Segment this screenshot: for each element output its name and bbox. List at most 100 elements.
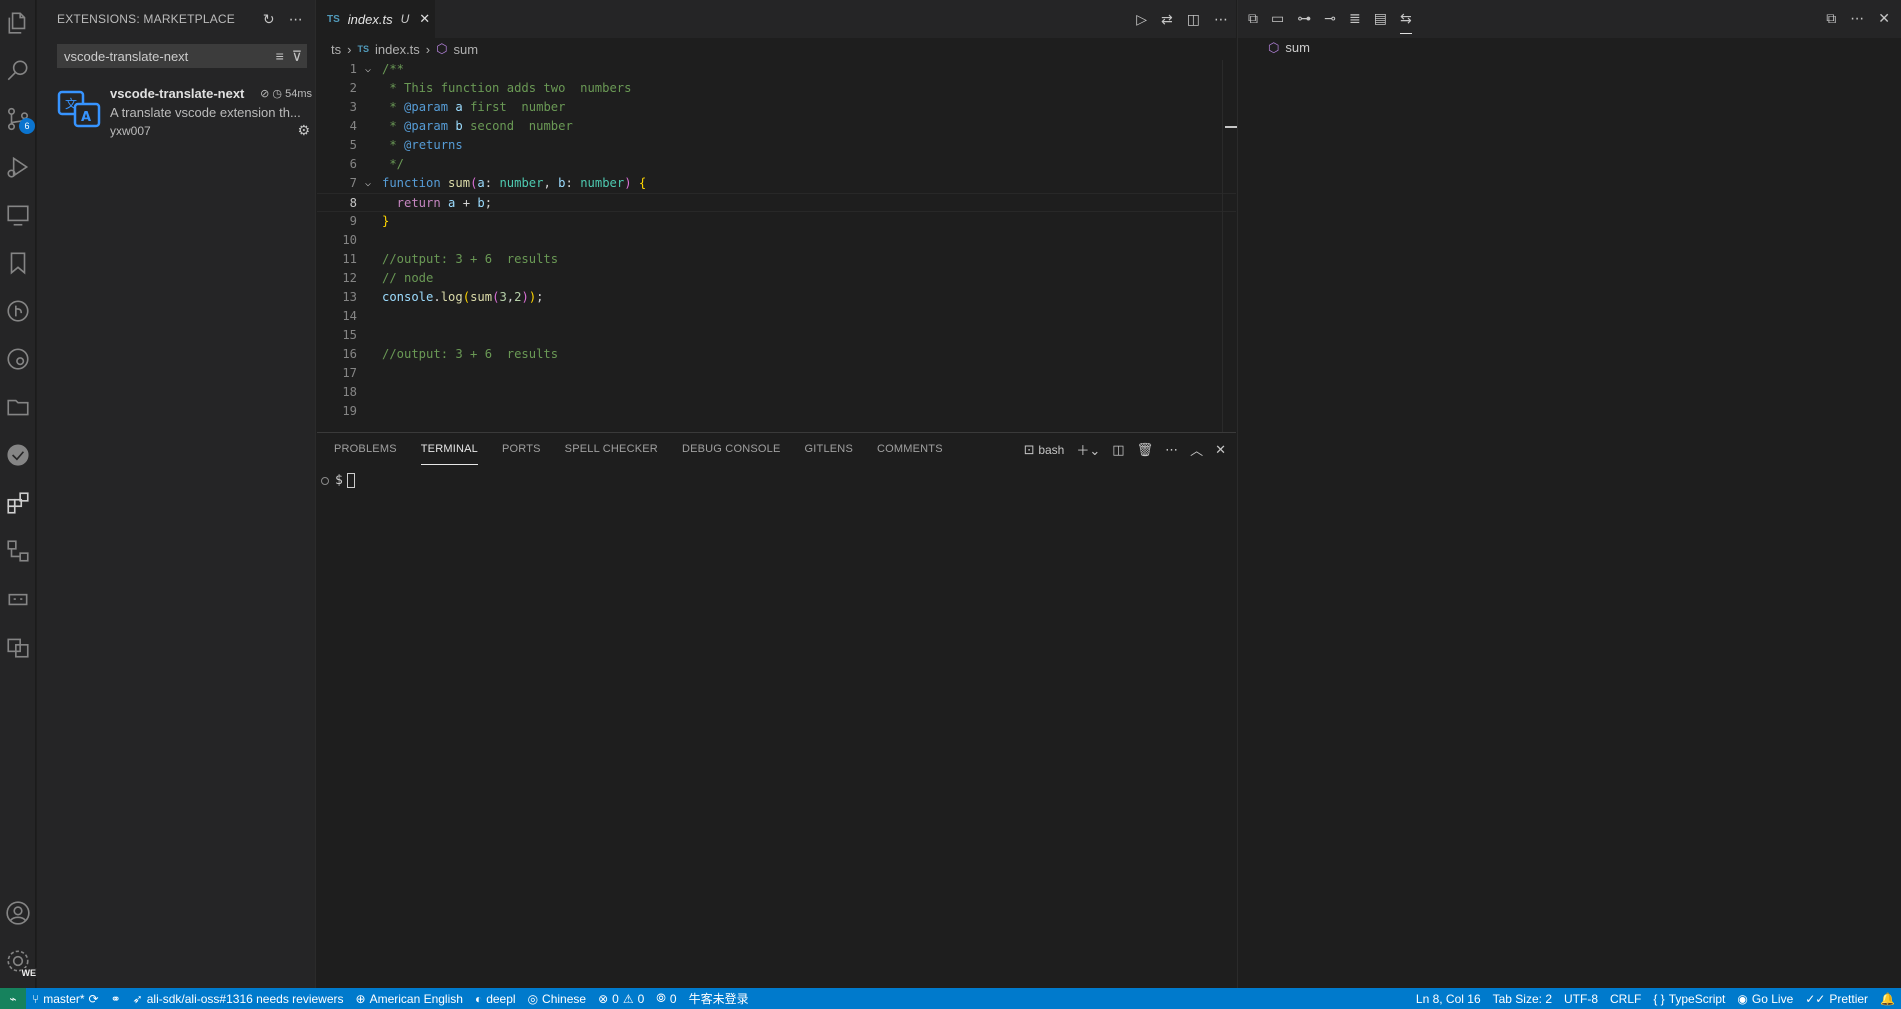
prettier-status[interactable]: ✓✓ Prettier — [1799, 992, 1874, 1006]
end-of-line[interactable]: CRLF — [1604, 992, 1647, 1006]
close-icon[interactable]: ✕ — [1878, 10, 1890, 27]
panel-tabs: PROBLEMS TERMINAL PORTS SPELL CHECKER DE… — [334, 441, 967, 465]
folder-icon[interactable] — [3, 392, 33, 422]
tab-index-ts[interactable]: TS index.ts U ✕ — [317, 0, 435, 38]
extensions-icon[interactable] — [3, 488, 33, 518]
accounts-icon[interactable] — [3, 898, 33, 928]
problems-summary[interactable]: ⊗ 0 ⚠ 0 — [592, 992, 650, 1006]
code-editor[interactable]: 1 ⌵/** 2 * This function adds two numbers… — [317, 60, 1236, 432]
translator-engine[interactable]: ◐ deepl — [469, 992, 522, 1006]
activity-bar: 6 WE — [0, 0, 37, 988]
notifications[interactable]: 🔔 — [1874, 992, 1901, 1006]
commit-icon[interactable]: ⊶ — [1297, 10, 1311, 34]
code-line: 10 — [342, 233, 357, 247]
more-actions-icon[interactable]: ⋯ — [1850, 10, 1864, 27]
terminal-icon: ⊡ — [1023, 441, 1035, 457]
extension-list-item[interactable]: 文 A vscode-translate-next ⊘ ◷ 54ms A tra… — [52, 84, 314, 144]
split-terminal-icon[interactable]: ◫ — [1112, 442, 1124, 458]
manage-icon[interactable]: WE — [3, 946, 37, 978]
outline-breadcrumb[interactable]: ⬡ sum — [1268, 40, 1310, 56]
api-icon[interactable] — [3, 584, 33, 614]
terminal-shell-selector[interactable]: ⊡ bash — [1024, 442, 1065, 458]
editor-group-2-toolbar: ⧉ ▭ ⊶ ⊸ ≣ ▤ ⇆ ⧉ ⋯ ✕ — [1238, 0, 1901, 38]
pull-request-status[interactable]: ➶ ali-sdk/ali-oss#1316 needs reviewers — [127, 992, 350, 1006]
git-branch[interactable]: ⑂ master* ⟳ — [26, 992, 105, 1006]
code-line: 1 ⌵/** — [317, 60, 1236, 79]
encoding[interactable]: UTF-8 — [1558, 992, 1604, 1006]
double-check-icon: ✓✓ — [1805, 991, 1826, 1006]
tab-ports[interactable]: PORTS — [502, 441, 541, 465]
tab-gitlens[interactable]: GITLENS — [805, 441, 853, 465]
svg-text:A: A — [81, 110, 91, 125]
manage-badge: WE — [20, 968, 37, 978]
comments-icon[interactable]: ▭ — [1271, 10, 1284, 34]
target-language[interactable]: ◎ Chinese — [522, 992, 593, 1006]
breadcrumb-file[interactable]: index.ts — [375, 42, 420, 57]
editor-scrollbar[interactable] — [1222, 60, 1237, 432]
tab-problems[interactable]: PROBLEMS — [334, 441, 397, 465]
source-control-icon[interactable]: 6 — [3, 104, 35, 134]
search-value: vscode-translate-next — [64, 48, 189, 64]
more-actions-icon[interactable]: ⋯ — [1214, 11, 1228, 28]
tab-spell-checker[interactable]: SPELL CHECKER — [565, 441, 658, 465]
tab-title: index.ts — [347, 11, 393, 27]
gitlens-status[interactable]: ⚭ — [105, 992, 127, 1006]
terminal-output[interactable]: $ — [317, 473, 1222, 973]
remote-indicator[interactable]: ⌁ — [0, 988, 26, 1009]
editor-group-2: ⧉ ▭ ⊶ ⊸ ≣ ▤ ⇆ ⧉ ⋯ ✕ ⬡ sum — [1237, 0, 1901, 988]
tab-debug-console[interactable]: DEBUG CONSOLE — [682, 441, 781, 465]
nowcoder-login[interactable]: 牛客未登录 — [683, 990, 755, 1007]
error-icon: ⊗ — [598, 991, 609, 1006]
run-icon[interactable]: ▷ — [1136, 11, 1147, 28]
restore-icon[interactable]: ⧉ — [1826, 10, 1836, 27]
todo-icon[interactable] — [3, 440, 33, 470]
filter-icon[interactable]: ⊽ — [292, 48, 302, 65]
docker-icon[interactable] — [3, 344, 33, 374]
refresh-icon[interactable]: ↻ — [263, 11, 275, 28]
cursor-position[interactable]: Ln 8, Col 16 — [1410, 992, 1487, 1006]
document-icon[interactable]: ▤ — [1374, 10, 1387, 34]
more-actions-icon[interactable]: ⋯ — [289, 11, 303, 28]
worktree-icon[interactable]: ≣ — [1349, 10, 1361, 34]
translate-icon[interactable] — [3, 632, 33, 662]
go-live[interactable]: ◉ Go Live — [1731, 992, 1799, 1006]
breadcrumb-symbol[interactable]: sum — [454, 42, 479, 57]
close-icon[interactable]: ✕ — [1215, 442, 1226, 458]
split-editor-icon[interactable]: ◫ — [1187, 11, 1200, 28]
new-terminal-icon[interactable]: ＋⌄ — [1076, 440, 1100, 459]
code-line: 9} — [349, 214, 390, 228]
fold-chevron-icon[interactable]: ⌵ — [365, 60, 371, 79]
code-line: 4 * @param b second number — [349, 119, 573, 133]
breadcrumb-folder[interactable]: ts — [331, 42, 341, 57]
extension-search-input[interactable]: vscode-translate-next ≡ ⊽ — [57, 44, 307, 68]
compare-changes-icon[interactable]: ⇄ — [1161, 11, 1173, 28]
spell-checker-language[interactable]: ⊕ American English — [350, 992, 469, 1006]
gitlens-icon[interactable] — [3, 296, 33, 326]
breadcrumb: ts › TS index.ts › ⬡ sum — [317, 38, 478, 60]
sidebar-header: EXTENSIONS: MARKETPLACE ↻ ⋯ — [37, 0, 315, 38]
globe-icon: ⊕ — [355, 991, 366, 1006]
tab-size[interactable]: Tab Size: 2 — [1487, 992, 1558, 1006]
trash-icon[interactable]: 🗑 — [1137, 442, 1154, 458]
compare-icon[interactable]: ⇆ — [1399, 10, 1412, 34]
explorer-icon[interactable] — [3, 8, 33, 38]
search-icon[interactable] — [3, 56, 33, 86]
bookmarks-icon[interactable] — [3, 248, 33, 278]
maximize-panel-icon[interactable]: ︿ — [1190, 440, 1203, 459]
language-mode[interactable]: { } TypeScript — [1647, 992, 1731, 1006]
commit-graph-icon[interactable]: ⊸ — [1324, 10, 1336, 34]
run-debug-icon[interactable] — [3, 152, 33, 182]
commit-details-icon[interactable]: ⧉ — [1248, 10, 1258, 34]
remote-explorer-icon[interactable] — [3, 200, 33, 230]
extension-name: vscode-translate-next — [110, 86, 245, 101]
gear-icon[interactable]: ⚙ — [297, 122, 310, 139]
clear-results-icon[interactable]: ≡ — [276, 48, 284, 65]
more-actions-icon[interactable]: ⋯ — [1165, 442, 1178, 458]
fold-chevron-icon[interactable]: ⌵ — [365, 174, 371, 193]
close-icon[interactable]: ✕ — [419, 11, 430, 27]
tree-icon[interactable] — [3, 536, 33, 566]
tab-terminal[interactable]: TERMINAL — [420, 441, 478, 465]
code-line: 18 — [342, 385, 357, 399]
forwarded-ports[interactable]: ⦾ 0 — [650, 991, 682, 1006]
tab-comments[interactable]: COMMENTS — [877, 441, 943, 465]
